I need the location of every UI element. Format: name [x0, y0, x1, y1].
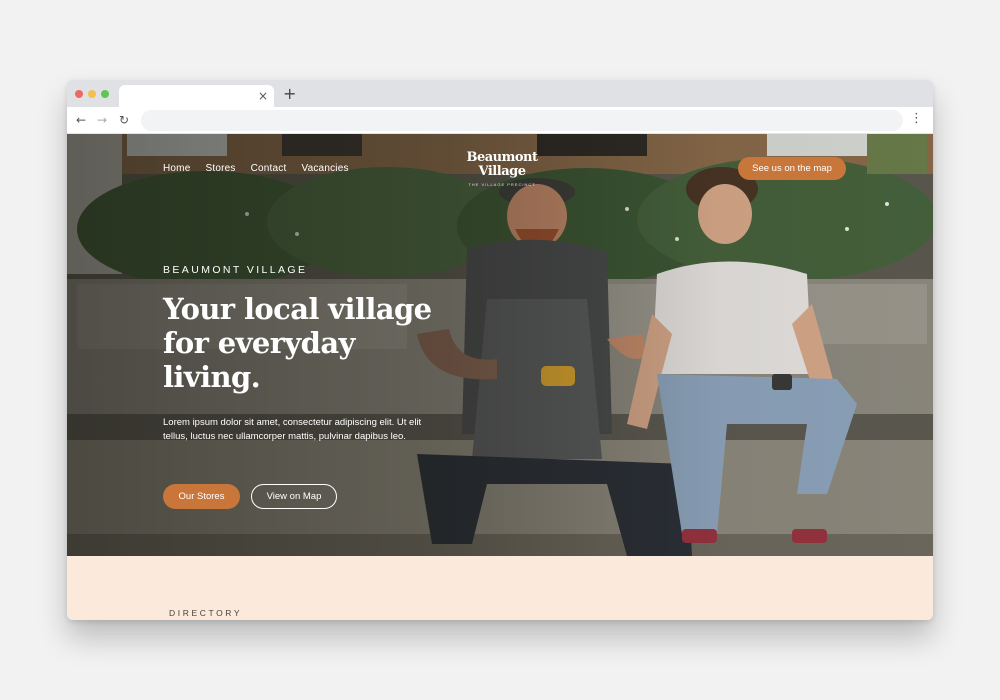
browser-toolbar: ← → ↻ ⋮	[67, 107, 933, 134]
directory-heading: DIRECTORY	[169, 608, 243, 618]
page-viewport: Home Stores Contact Vacancies Beaumont V…	[67, 134, 933, 620]
reload-icon[interactable]: ↻	[119, 112, 129, 128]
directory-section: DIRECTORY	[67, 556, 933, 620]
address-bar[interactable]	[141, 110, 903, 131]
nav-link-vacancies[interactable]: Vacancies	[301, 163, 348, 174]
nav-link-home[interactable]: Home	[163, 163, 190, 174]
see-map-button[interactable]: See us on the map	[738, 157, 846, 180]
hero-body-text: Lorem ipsum dolor sit amet, consectetur …	[163, 417, 422, 442]
close-tab-icon[interactable]: ×	[258, 88, 268, 104]
hero-section: Home Stores Contact Vacancies Beaumont V…	[67, 134, 933, 556]
forward-arrow-icon[interactable]: →	[97, 112, 107, 128]
kebab-menu-icon[interactable]: ⋮	[910, 111, 923, 127]
logo-tagline: THE VILLAGE PRECINCT	[468, 182, 536, 187]
back-arrow-icon[interactable]: ←	[76, 112, 86, 128]
nav-link-contact[interactable]: Contact	[251, 163, 287, 174]
site-logo[interactable]: Beaumont Village THE VILLAGE PRECINCT	[457, 150, 547, 188]
site-navigation: Home Stores Contact Vacancies	[163, 163, 349, 174]
close-window-button[interactable]	[75, 90, 83, 98]
logo-line-2: Village	[478, 164, 526, 179]
hero-eyebrow: BEAUMONT VILLAGE	[163, 264, 308, 276]
browser-window: × + ← → ↻ ⋮ Home Stores Contact Vacancie…	[67, 80, 933, 620]
hero-headline: Your local village for everyday living.	[163, 292, 432, 394]
new-tab-icon[interactable]: +	[283, 86, 296, 102]
minimize-window-button[interactable]	[88, 90, 96, 98]
logo-line-1: Beaumont	[466, 150, 538, 165]
view-on-map-button[interactable]: View on Map	[251, 484, 337, 509]
browser-tab[interactable]: ×	[119, 85, 274, 107]
maximize-window-button[interactable]	[101, 90, 109, 98]
nav-link-stores[interactable]: Stores	[205, 163, 235, 174]
our-stores-button[interactable]: Our Stores	[163, 484, 240, 509]
tab-bar: × +	[67, 80, 933, 107]
